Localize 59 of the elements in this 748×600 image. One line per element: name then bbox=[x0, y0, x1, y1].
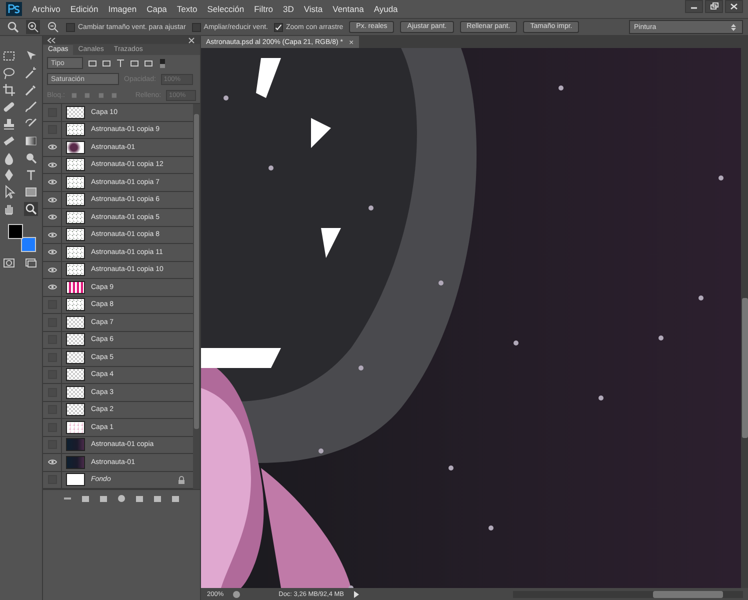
eye-icon[interactable] bbox=[48, 249, 56, 256]
menu-item[interactable]: Filtro bbox=[254, 4, 273, 14]
menu-item[interactable]: Vista bbox=[304, 4, 323, 14]
eye-icon[interactable] bbox=[48, 196, 56, 203]
checkmark-icon bbox=[274, 22, 282, 32]
rectangle-shape-icon[interactable] bbox=[24, 185, 38, 199]
close-icon[interactable] bbox=[187, 36, 196, 45]
zoom-out-icon[interactable] bbox=[46, 20, 60, 34]
scrollbar-thumb[interactable] bbox=[194, 114, 199, 429]
checkbox[interactable] bbox=[192, 22, 201, 32]
updown-caret-icon bbox=[729, 22, 738, 32]
close-icon[interactable] bbox=[725, 0, 743, 13]
close-tab-button[interactable]: × bbox=[348, 38, 354, 46]
eye-icon[interactable] bbox=[48, 266, 56, 273]
pen-icon[interactable] bbox=[2, 168, 16, 182]
eye-icon[interactable] bbox=[48, 459, 56, 466]
marquee-icon[interactable] bbox=[2, 49, 16, 63]
app-logo-icon bbox=[6, 2, 22, 16]
menu-item[interactable]: Archivo bbox=[32, 4, 60, 14]
lasso-icon[interactable] bbox=[2, 66, 16, 80]
type-icon[interactable] bbox=[24, 168, 38, 182]
collapse-icon[interactable] bbox=[47, 36, 56, 45]
gradient-icon[interactable] bbox=[24, 134, 38, 148]
menu-item[interactable]: Ventana bbox=[332, 4, 364, 14]
menu-item[interactable]: Capa bbox=[146, 4, 167, 14]
quick-mask-icon[interactable] bbox=[2, 256, 16, 270]
magnifier-icon[interactable] bbox=[24, 151, 38, 165]
drop-icon[interactable] bbox=[2, 151, 16, 165]
eye-icon[interactable] bbox=[48, 162, 56, 168]
checkbox[interactable] bbox=[274, 22, 283, 32]
eye-icon[interactable] bbox=[48, 232, 56, 238]
eye-icon[interactable] bbox=[48, 179, 56, 186]
foreground-color-swatch[interactable] bbox=[8, 224, 23, 239]
scrollbar-thumb[interactable] bbox=[742, 298, 748, 438]
scrollbar-thumb[interactable] bbox=[653, 590, 723, 598]
eraser-icon[interactable] bbox=[2, 134, 16, 148]
zoom-in-icon[interactable] bbox=[26, 20, 40, 34]
screen-mode-icon[interactable] bbox=[24, 256, 38, 270]
menu-item[interactable]: Texto bbox=[176, 4, 198, 14]
eye-icon[interactable] bbox=[48, 144, 56, 150]
menu-item[interactable]: Ayuda bbox=[374, 4, 398, 14]
filter-toggle-icon[interactable] bbox=[158, 58, 167, 68]
checkbox[interactable] bbox=[66, 22, 75, 32]
background-color-swatch[interactable] bbox=[21, 237, 36, 252]
eye-icon[interactable] bbox=[48, 284, 56, 290]
crop-icon[interactable] bbox=[2, 83, 16, 97]
stamp-icon[interactable] bbox=[2, 117, 16, 131]
eyedropper-icon[interactable] bbox=[24, 83, 38, 97]
menu-item[interactable]: Edición bbox=[70, 4, 98, 14]
menu-item[interactable]: Selección bbox=[207, 4, 244, 14]
minimize-icon[interactable] bbox=[685, 0, 703, 13]
restore-icon[interactable] bbox=[705, 0, 723, 13]
zoom-icon[interactable] bbox=[6, 20, 20, 34]
zoom-icon[interactable] bbox=[24, 202, 38, 216]
menu-item[interactable]: Imagen bbox=[108, 4, 137, 14]
wand-icon[interactable] bbox=[24, 66, 38, 80]
eye-icon[interactable] bbox=[48, 214, 56, 220]
menu-item[interactable]: 3D bbox=[283, 4, 294, 14]
text-filter-icon[interactable] bbox=[116, 58, 125, 68]
